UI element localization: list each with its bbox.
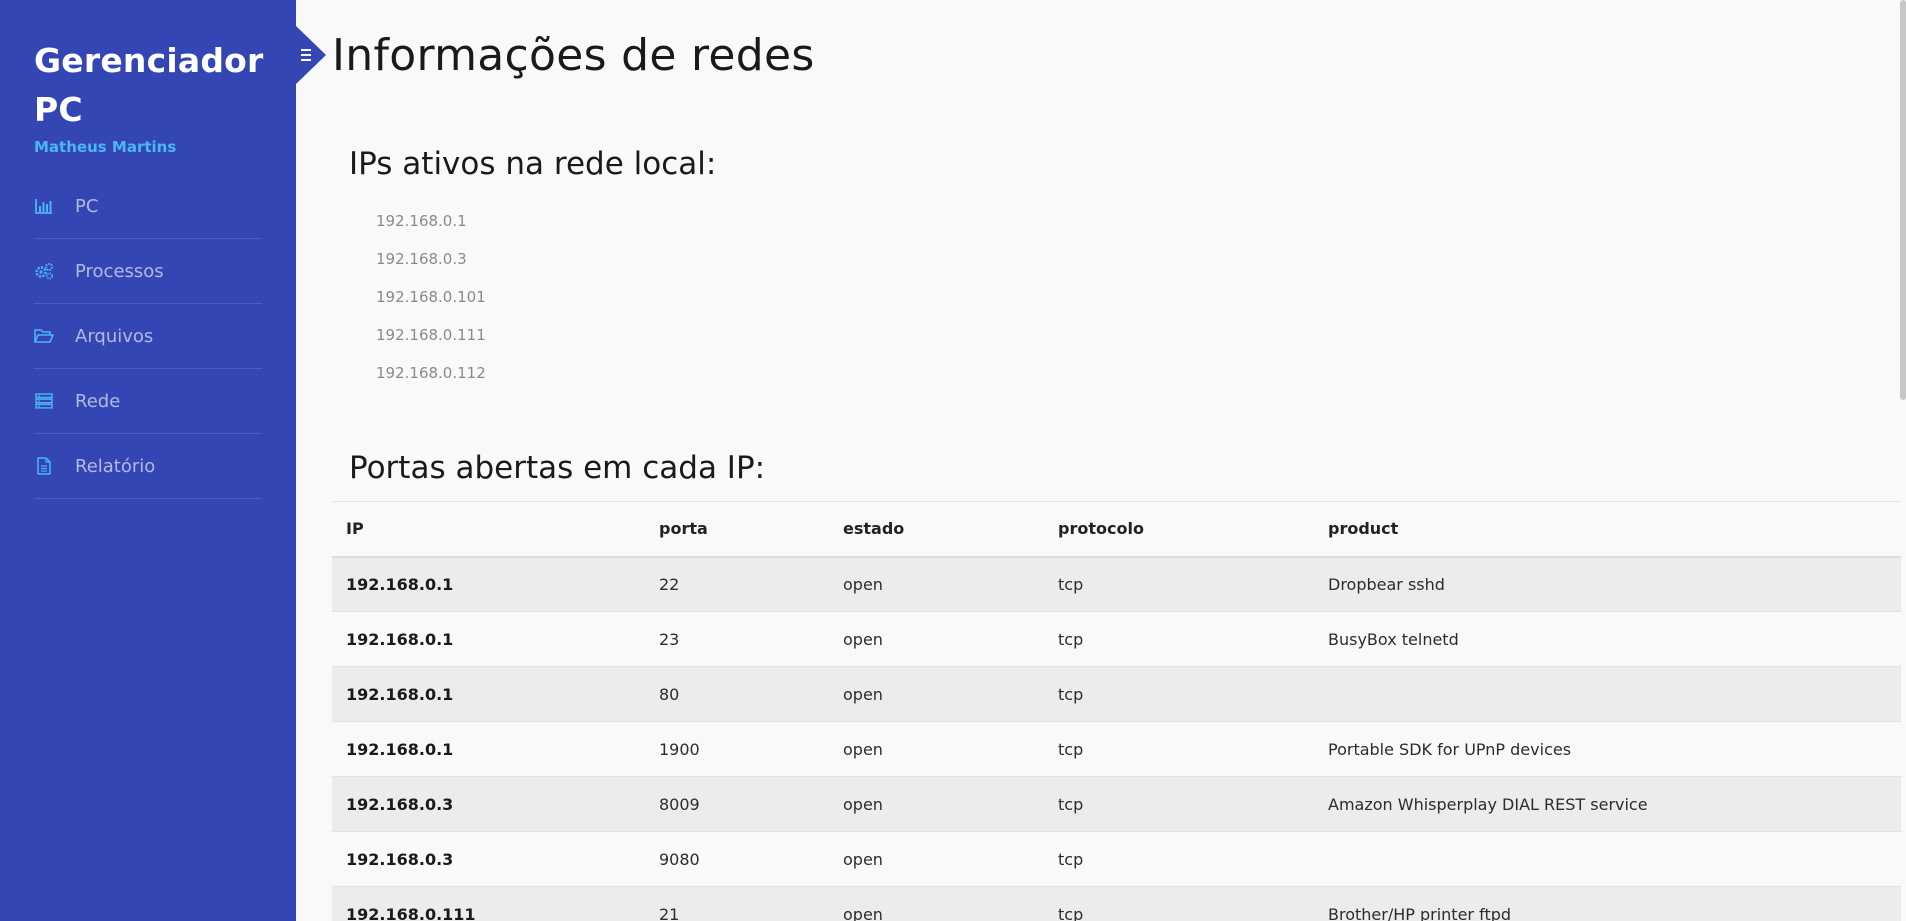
- ports-table-container: IP porta estado protocolo product 192.16…: [332, 501, 1901, 921]
- table-row: 192.168.0.3 8009 open tcp Amazon Whisper…: [332, 776, 1901, 832]
- sidebar: Gerenciador PC Matheus Martins PC Proces…: [0, 0, 296, 921]
- product-cell: BusyBox telnetd: [1314, 611, 1901, 667]
- sidebar-item-rede[interactable]: Rede: [34, 369, 262, 434]
- column-header: estado: [829, 501, 1044, 558]
- ip-list: 192.168.0.1 192.168.0.3 192.168.0.101 19…: [376, 206, 486, 396]
- list-item: 192.168.0.101: [376, 288, 486, 306]
- state-cell: open: [829, 831, 1044, 887]
- table-row: 192.168.0.1 80 open tcp: [332, 666, 1901, 722]
- table-row: 192.168.0.1 23 open tcp BusyBox telnetd: [332, 611, 1901, 667]
- port-cell: 22: [645, 556, 829, 612]
- column-header: IP: [332, 501, 645, 558]
- product-cell: Amazon Whisperplay DIAL REST service: [1314, 776, 1901, 832]
- state-cell: open: [829, 556, 1044, 612]
- cogs-icon: [34, 261, 54, 281]
- folder-open-icon: [34, 326, 54, 346]
- column-header: porta: [645, 501, 829, 558]
- hamburger-icon: [296, 26, 326, 84]
- ip-cell: 192.168.0.1: [332, 666, 645, 722]
- port-cell: 9080: [645, 831, 829, 887]
- ports-section-title: Portas abertas em cada IP:: [349, 450, 766, 486]
- user-name: Matheus Martins: [34, 138, 177, 156]
- table-row: 192.168.0.3 9080 open tcp: [332, 831, 1901, 887]
- main-content: Informações de redes IPs ativos na rede …: [296, 0, 1906, 921]
- port-cell: 8009: [645, 776, 829, 832]
- sidebar-item-label: PC: [75, 195, 99, 217]
- vertical-scrollbar[interactable]: [1900, 0, 1906, 400]
- page-title: Informações de redes: [332, 30, 815, 81]
- sidebar-item-label: Rede: [75, 390, 121, 412]
- sidebar-item-relatorio[interactable]: Relatório: [34, 434, 262, 499]
- protocol-cell: tcp: [1044, 886, 1314, 921]
- table-row: 192.168.0.1 22 open tcp Dropbear sshd: [332, 556, 1901, 612]
- sidebar-item-label: Relatório: [75, 455, 156, 477]
- list-item: 192.168.0.1: [376, 212, 467, 230]
- column-header: product: [1314, 501, 1901, 558]
- bar-chart-icon: [34, 196, 54, 216]
- document-icon: [34, 456, 54, 476]
- ip-cell: 192.168.0.3: [332, 776, 645, 832]
- list-item: 192.168.0.111: [376, 326, 486, 344]
- port-cell: 21: [645, 886, 829, 921]
- state-cell: open: [829, 776, 1044, 832]
- protocol-cell: tcp: [1044, 556, 1314, 612]
- ips-section-title: IPs ativos na rede local:: [349, 146, 717, 182]
- sidebar-item-label: Arquivos: [75, 325, 154, 347]
- ip-cell: 192.168.0.1: [332, 721, 645, 777]
- table-row: 192.168.0.111 21 open tcp Brother/HP pri…: [332, 886, 1901, 921]
- state-cell: open: [829, 666, 1044, 722]
- protocol-cell: tcp: [1044, 611, 1314, 667]
- list-item: 192.168.0.112: [376, 364, 486, 382]
- product-cell: Dropbear sshd: [1314, 556, 1901, 612]
- column-header: protocolo: [1044, 501, 1314, 558]
- app-window: Gerenciador PC Matheus Martins PC Proces…: [0, 0, 1906, 921]
- state-cell: open: [829, 886, 1044, 921]
- port-cell: 23: [645, 611, 829, 667]
- list-item: 192.168.0.3: [376, 250, 467, 268]
- protocol-cell: tcp: [1044, 721, 1314, 777]
- ip-cell: 192.168.0.3: [332, 831, 645, 887]
- sidebar-item-processos[interactable]: Processos: [34, 239, 262, 304]
- sidebar-nav: PC Processos Arquivos Rede Relatório: [34, 174, 262, 499]
- port-cell: 1900: [645, 721, 829, 777]
- sidebar-toggle-button[interactable]: [296, 26, 326, 84]
- table-header-row: IP porta estado protocolo product: [332, 501, 1901, 558]
- protocol-cell: tcp: [1044, 666, 1314, 722]
- product-cell: [1314, 831, 1901, 887]
- state-cell: open: [829, 611, 1044, 667]
- state-cell: open: [829, 721, 1044, 777]
- ip-cell: 192.168.0.1: [332, 556, 645, 612]
- product-cell: [1314, 666, 1901, 722]
- sidebar-item-arquivos[interactable]: Arquivos: [34, 304, 262, 369]
- port-cell: 80: [645, 666, 829, 722]
- sidebar-item-label: Processos: [75, 260, 164, 282]
- server-icon: [34, 391, 54, 411]
- protocol-cell: tcp: [1044, 776, 1314, 832]
- sidebar-item-pc[interactable]: PC: [34, 174, 262, 239]
- protocol-cell: tcp: [1044, 831, 1314, 887]
- brand-title: Gerenciador PC: [34, 41, 264, 129]
- ip-cell: 192.168.0.1: [332, 611, 645, 667]
- ip-cell: 192.168.0.111: [332, 886, 645, 921]
- table-row: 192.168.0.1 1900 open tcp Portable SDK f…: [332, 721, 1901, 777]
- ports-table: IP porta estado protocolo product 192.16…: [332, 501, 1901, 921]
- product-cell: Portable SDK for UPnP devices: [1314, 721, 1901, 777]
- product-cell: Brother/HP printer ftpd: [1314, 886, 1901, 921]
